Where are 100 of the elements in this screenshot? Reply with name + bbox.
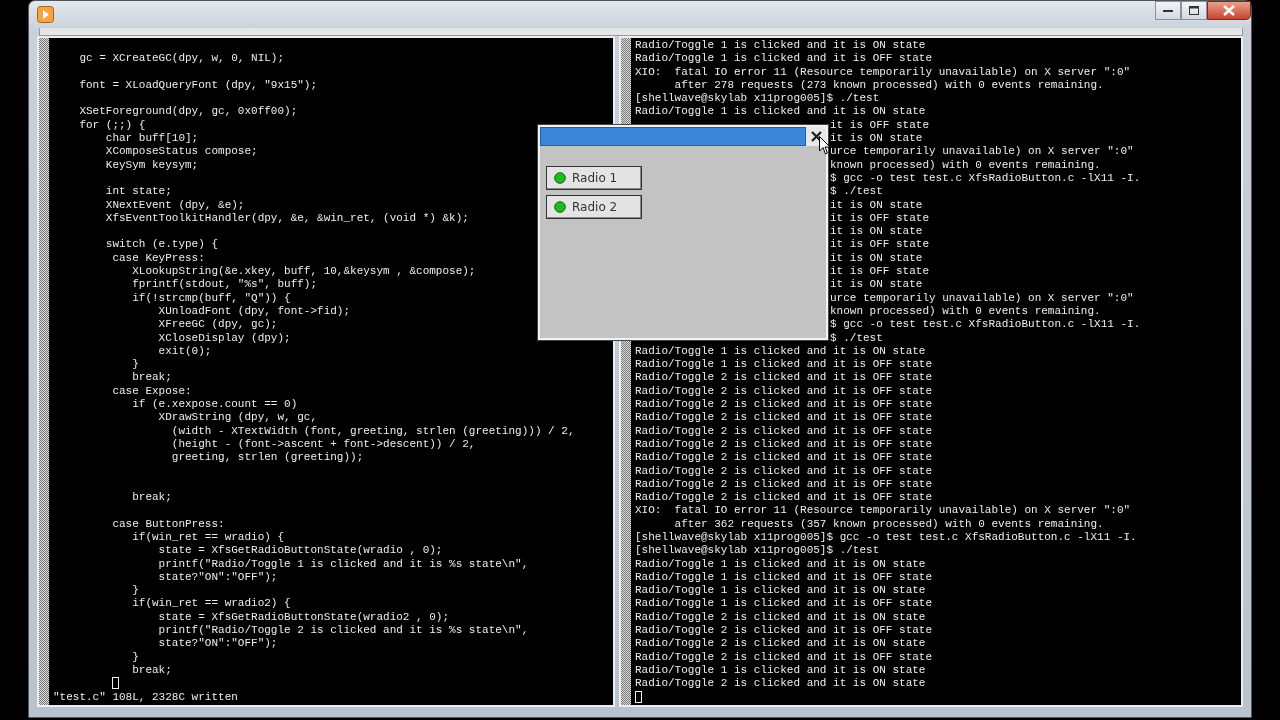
output-line: Radio/Toggle 2 is clicked and it is OFF state: [635, 451, 933, 465]
code-line: }: [131, 650, 139, 664]
maximize-icon: [1189, 6, 1199, 15]
close-icon: [810, 131, 822, 142]
output-line: Radio/Toggle 2 is clicked and it is OFF state: [635, 371, 933, 385]
output-line: it is OFF state: [830, 265, 930, 278]
output-line: it is ON state: [830, 198, 923, 211]
output-line: Radio/Toggle 1 is clicked and it is ON state: [635, 557, 926, 571]
code-line: state = XfsGetRadioButtonState(wradio2 , 0);: [157, 610, 450, 625]
code-line: printf("Radio/Toggle 1 is clicked and it is %s state\n",: [157, 557, 529, 571]
code-line: greeting, strlen (greeting));: [170, 451, 364, 465]
output-line: Radio/Toggle 2 is clicked and it is OFF state: [635, 477, 933, 492]
close-button[interactable]: [1207, 1, 1251, 20]
play-icon[interactable]: [37, 6, 54, 23]
code-line: if(win_ret == wradio) {: [131, 531, 285, 545]
editor-status-message: "test.c" 108L, 2328C written: [53, 690, 238, 704]
output-line: $ ./test: [830, 331, 883, 344]
code-line: switch (e.type) {: [104, 238, 219, 252]
output-line: it is ON state: [830, 278, 923, 291]
radio-button[interactable]: Radio 1: [546, 166, 642, 190]
code-line: font = XLoadQueryFont (dpy, "9x15");: [78, 78, 318, 93]
code-line: XSetForeground(dpy, gc, 0x0ff00);: [78, 105, 298, 119]
output-line: Radio/Toggle 2 is clicked and it is OFF state: [635, 398, 933, 412]
output-line: Radio/Toggle 2 is clicked and it is OFF state: [635, 437, 933, 452]
output-line: [shellwave@skylab x11prog005]$ gcc -o test test.c XfsRadioButton.c -lX11 -I.: [635, 531, 1137, 545]
output-line: Radio/Toggle 2 is clicked and it is OFF state: [635, 491, 933, 505]
output-line: it is OFF state: [830, 211, 930, 224]
code-line: }: [131, 584, 139, 598]
code-line: XfsEventToolkitHandler(dpy, &e, &win_ret, (void *) &k);: [104, 211, 469, 226]
code-line: XNextEvent (dpy, &e);: [104, 198, 245, 212]
close-icon: [1223, 5, 1235, 16]
radio-button[interactable]: Radio 2: [546, 195, 642, 219]
output-line: known processed) with 0 events remaining.: [830, 304, 1101, 317]
output-line: Radio/Toggle 2 is clicked and it is OFF state: [635, 424, 933, 438]
output-line: $ ./test: [830, 185, 883, 198]
code-line: XDrawString (dpy, w, gc,: [157, 411, 318, 425]
code-line: state = XfsGetRadioButtonState(wradio , 0);: [157, 544, 443, 558]
output-line: urce temporarily unavailable) on X server ":0": [830, 145, 1134, 158]
output-line: Radio/Toggle 1 is clicked and it is ON state: [635, 344, 926, 359]
code-line: state?"ON":"OFF");: [157, 637, 278, 651]
output-line: $ gcc -o test test.c XfsRadioButton.c -lX11 -I.: [830, 318, 1141, 331]
code-line: state?"ON":"OFF");: [157, 570, 278, 585]
output-line: Radio/Toggle 2 is clicked and it is OFF state: [635, 411, 933, 425]
output-line: XIO: fatal IO error 11 (Resource temporarily unavailable) on X server ":0": [635, 504, 1131, 518]
output-line: Radio/Toggle 2 is clicked and it is ON state: [635, 677, 926, 691]
output-line: it is OFF state: [830, 118, 930, 131]
output-line: Radio/Toggle 1 is clicked and it is ON state: [635, 39, 926, 53]
code-line: break;: [131, 491, 172, 505]
code-line: XFreeGC (dpy, gc);: [157, 318, 278, 332]
code-line: int state;: [104, 185, 172, 199]
output-line: urce temporarily unavailable) on X server ":0": [830, 291, 1134, 304]
code-line: case Expose:: [111, 384, 192, 398]
code-line: exit(0);: [157, 344, 212, 359]
code-line: XLookupString(&e.xkey, buff, 10,&keysym , &compose);: [131, 265, 476, 279]
output-line: Radio/Toggle 2 is clicked and it is ON state: [635, 637, 926, 651]
output-line: Radio/Toggle 1 is clicked and it is ON state: [635, 663, 926, 678]
text-cursor: [635, 690, 642, 703]
output-line: Radio/Toggle 1 is clicked and it is OFF state: [635, 358, 933, 372]
text-cursor: [112, 677, 120, 690]
code-line: (height - (font->ascent + font->descent)) / 2,: [170, 437, 476, 452]
output-line: Radio/Toggle 2 is clicked and it is OFF state: [635, 384, 933, 398]
output-line: XIO: fatal IO error 11 (Resource temporarily unavailable) on X server ":0": [635, 65, 1131, 79]
output-line: Radio/Toggle 2 is clicked and it is OFF state: [635, 650, 933, 664]
output-line: [shellwave@skylab x11prog005]$ ./test: [635, 92, 880, 106]
code-line: XCloseDisplay (dpy);: [157, 331, 291, 345]
output-line: Radio/Toggle 1 is clicked and it is OFF state: [635, 52, 933, 66]
code-line: }: [131, 358, 139, 372]
output-line: it is OFF state: [830, 238, 930, 251]
output-line: after 278 requests (273 known processed) with 0 events remaining.: [673, 78, 1104, 93]
code-line: case KeyPress:: [111, 251, 205, 266]
output-line: Radio/Toggle 2 is clicked and it is OFF state: [635, 624, 933, 638]
code-line: (width - XTextWidth (font, greeting, strlen (greeting))) / 2,: [170, 424, 575, 438]
output-line: Radio/Toggle 1 is clicked and it is ON state: [635, 105, 926, 119]
code-line: char buff[10];: [104, 132, 199, 146]
code-line: if (e.xexpose.count == 0): [131, 398, 298, 412]
code-line: case ButtonPress:: [111, 517, 225, 531]
output-line: it is ON state: [830, 225, 923, 238]
maximize-button[interactable]: [1181, 1, 1207, 20]
mouse-pointer-icon: [819, 136, 831, 155]
output-line: it is ON state: [830, 132, 923, 145]
code-line: for (;;) {: [78, 118, 146, 133]
code-line: KeySym keysym;: [104, 158, 199, 172]
output-line: after 362 requests (357 known processed) with 0 events remaining.: [673, 517, 1104, 531]
output-line: [shellwave@skylab x11prog005]$ ./test: [635, 544, 880, 558]
code-line: fprintf(stdout, "%s", buff);: [131, 278, 318, 292]
code-line: XUnloadFont (dpy, font->fid);: [157, 304, 351, 319]
minimize-button[interactable]: [1155, 1, 1181, 20]
code-line: break;: [131, 663, 172, 678]
output-line: Radio/Toggle 1 is clicked and it is OFF state: [635, 570, 933, 585]
code-line: printf("Radio/Toggle 2 is clicked and it is %s state\n",: [157, 624, 529, 638]
code-line: if(win_ret == wradio2) {: [131, 597, 291, 611]
code-line: break;: [131, 371, 172, 385]
output-line: $ gcc -o test test.c XfsRadioButton.c -lX11 -I.: [830, 171, 1141, 184]
output-line: known processed) with 0 events remaining.: [830, 158, 1101, 171]
output-line: Radio/Toggle 1 is clicked and it is OFF state: [635, 597, 933, 611]
output-line: Radio/Toggle 2 is clicked and it is OFF state: [635, 464, 933, 478]
output-line: Radio/Toggle 1 is clicked and it is ON state: [635, 584, 926, 598]
output-line: Radio/Toggle 2 is clicked and it is ON state: [635, 610, 926, 625]
scrollbar[interactable]: [39, 38, 49, 705]
code-line: XComposeStatus compose;: [104, 145, 258, 159]
